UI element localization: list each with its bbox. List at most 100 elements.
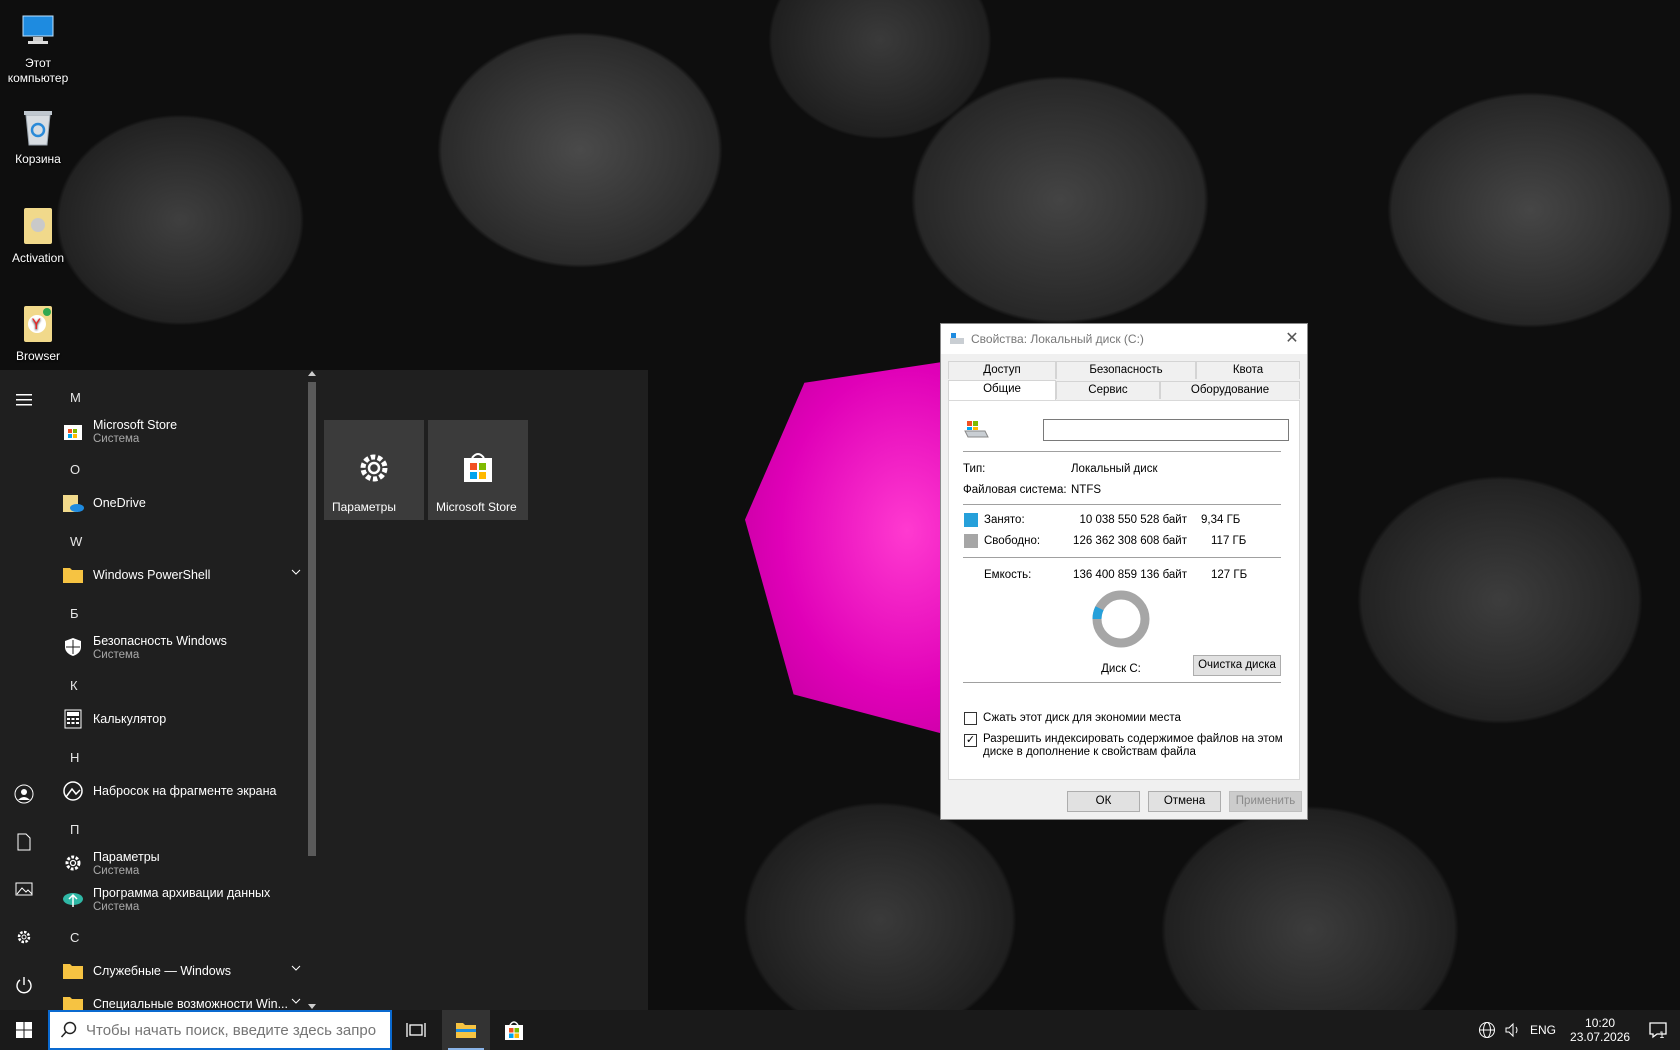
tile-label: Microsoft Store — [436, 500, 517, 514]
free-gb: 117 ГБ — [1211, 535, 1247, 547]
tab-security[interactable]: Безопасность — [1056, 361, 1196, 379]
clock[interactable]: 10:20 23.07.2026 — [1570, 1016, 1630, 1044]
tab-tools[interactable]: Сервис — [1056, 381, 1160, 399]
disk-cleanup-button[interactable]: Очистка диска — [1193, 655, 1281, 676]
tab-quota[interactable]: Квота — [1196, 361, 1300, 379]
group-letter[interactable]: Б — [70, 606, 79, 621]
folder-icon — [62, 564, 84, 586]
taskbar-file-explorer[interactable] — [442, 1010, 490, 1050]
capacity-gb: 127 ГБ — [1211, 569, 1248, 581]
free-label: Свободно: — [984, 535, 1041, 547]
separator — [963, 682, 1281, 683]
group-letter[interactable]: W — [70, 534, 82, 549]
app-snip-sketch[interactable]: Набросок на фрагменте экрана — [62, 773, 302, 809]
group-letter[interactable]: К — [70, 678, 78, 693]
taskbar-search-box[interactable] — [48, 1010, 392, 1050]
dialog-titlebar[interactable]: Свойства: Локальный диск (C:) — [941, 324, 1307, 354]
power-icon[interactable] — [12, 973, 36, 997]
start-button[interactable] — [0, 1010, 48, 1050]
desktop-icon-activation[interactable]: Activation — [0, 205, 76, 266]
compress-checkbox[interactable] — [964, 712, 977, 725]
app-calculator[interactable]: Калькулятор — [62, 701, 302, 737]
taskbar-microsoft-store[interactable] — [490, 1010, 538, 1050]
app-settings[interactable]: Параметры Система — [62, 845, 302, 881]
filesystem-value: NTFS — [1071, 484, 1102, 496]
volume-icon[interactable] — [1504, 1021, 1522, 1039]
tile-microsoft-store[interactable]: Microsoft Store — [428, 420, 528, 520]
snip-sketch-icon — [62, 780, 84, 802]
tab-row-bottom: Общие Сервис Оборудование — [948, 380, 1300, 400]
compress-label: Сжать этот диск для экономии места — [983, 712, 1181, 724]
ok-button[interactable]: ОК — [1067, 791, 1140, 812]
used-gb: 9,34 ГБ — [1201, 514, 1241, 526]
search-icon — [60, 1021, 77, 1038]
donut-free-segment — [1092, 590, 1150, 648]
user-account-icon[interactable] — [12, 782, 36, 806]
app-subtitle: Система — [93, 648, 140, 661]
hamburger-menu-icon[interactable] — [12, 388, 36, 412]
documents-icon[interactable] — [12, 830, 36, 854]
folder-icon — [62, 993, 84, 1010]
drive-name-input[interactable] — [1043, 419, 1289, 441]
search-input[interactable] — [86, 1021, 376, 1039]
network-globe-icon[interactable] — [1478, 1021, 1496, 1039]
desktop-icon-browser[interactable]: Y Browser — [0, 303, 76, 364]
drive-icon — [964, 421, 989, 438]
capacity-bytes: 136 400 859 136 байт — [1073, 569, 1187, 581]
app-microsoft-store[interactable]: Microsoft Store Система — [62, 413, 302, 449]
app-name: OneDrive — [93, 496, 146, 510]
index-label: Разрешить индексировать содержимое файло… — [983, 733, 1283, 758]
group-letter[interactable]: С — [70, 930, 79, 945]
group-letter[interactable]: П — [70, 822, 79, 837]
app-subtitle: Система — [93, 432, 140, 445]
start-rail — [0, 370, 48, 1010]
group-letter[interactable]: Н — [70, 750, 79, 765]
apply-button[interactable]: Применить — [1229, 791, 1302, 812]
desktop-icon-recycle-bin[interactable]: Корзина — [0, 106, 76, 167]
app-onedrive[interactable]: OneDrive — [62, 485, 302, 521]
group-letter[interactable]: O — [70, 462, 80, 477]
system-tray: ENG 10:20 23.07.2026 1 — [1478, 1010, 1668, 1050]
tab-hardware[interactable]: Оборудование — [1160, 381, 1300, 399]
tab-row-top: Доступ Безопасность Квота — [948, 361, 1300, 379]
pictures-icon[interactable] — [12, 877, 36, 901]
tab-general[interactable]: Общие — [948, 380, 1056, 400]
task-view-button[interactable] — [392, 1010, 440, 1050]
microsoft-store-icon — [505, 1021, 523, 1040]
disk-properties-dialog: Свойства: Локальный диск (C:) ✕ Доступ Б… — [940, 323, 1308, 820]
taskbar: ENG 10:20 23.07.2026 1 — [0, 1010, 1680, 1050]
clock-date: 23.07.2026 — [1570, 1030, 1631, 1044]
app-windows-security[interactable]: Безопасность Windows Система — [62, 629, 302, 665]
notifications-icon[interactable]: 1 — [1648, 1021, 1668, 1039]
microsoft-store-icon — [461, 450, 495, 489]
separator — [963, 557, 1281, 558]
app-name: Параметры — [93, 849, 160, 864]
app-list-scrollbar[interactable] — [306, 370, 318, 1010]
cancel-button[interactable]: Отмена — [1148, 791, 1221, 812]
chevron-down-icon[interactable] — [290, 964, 302, 972]
svg-text:1: 1 — [1659, 1031, 1665, 1039]
tile-settings[interactable]: Параметры — [324, 420, 424, 520]
scrollbar-thumb[interactable] — [308, 382, 316, 856]
input-language[interactable]: ENG — [1530, 1023, 1556, 1037]
chevron-down-icon[interactable] — [290, 997, 302, 1005]
computer-icon — [18, 10, 58, 52]
chevron-down-icon[interactable] — [290, 568, 302, 576]
app-windows-accessories[interactable]: Служебные — Windows — [62, 953, 302, 989]
app-windows-powershell[interactable]: Windows PowerShell — [62, 557, 302, 593]
app-name: Калькулятор — [93, 712, 167, 726]
desktop-icon-label: Browser — [15, 349, 60, 363]
app-accessibility[interactable]: Специальные возможности Win... — [62, 986, 302, 1010]
onedrive-icon — [62, 492, 84, 514]
desktop-icon-this-pc[interactable]: Этот компьютер — [0, 10, 76, 86]
gear-icon — [356, 450, 392, 491]
file-explorer-icon — [456, 1023, 476, 1038]
settings-icon[interactable] — [12, 925, 36, 949]
index-checkbox[interactable]: ✓ — [964, 734, 977, 747]
tab-access[interactable]: Доступ — [948, 361, 1056, 379]
close-icon[interactable]: ✕ — [1283, 330, 1301, 348]
drive-icon — [950, 333, 964, 344]
backup-icon — [62, 888, 84, 910]
app-backup[interactable]: Программа архивации данных Система — [62, 881, 302, 917]
group-letter[interactable]: M — [70, 390, 81, 405]
